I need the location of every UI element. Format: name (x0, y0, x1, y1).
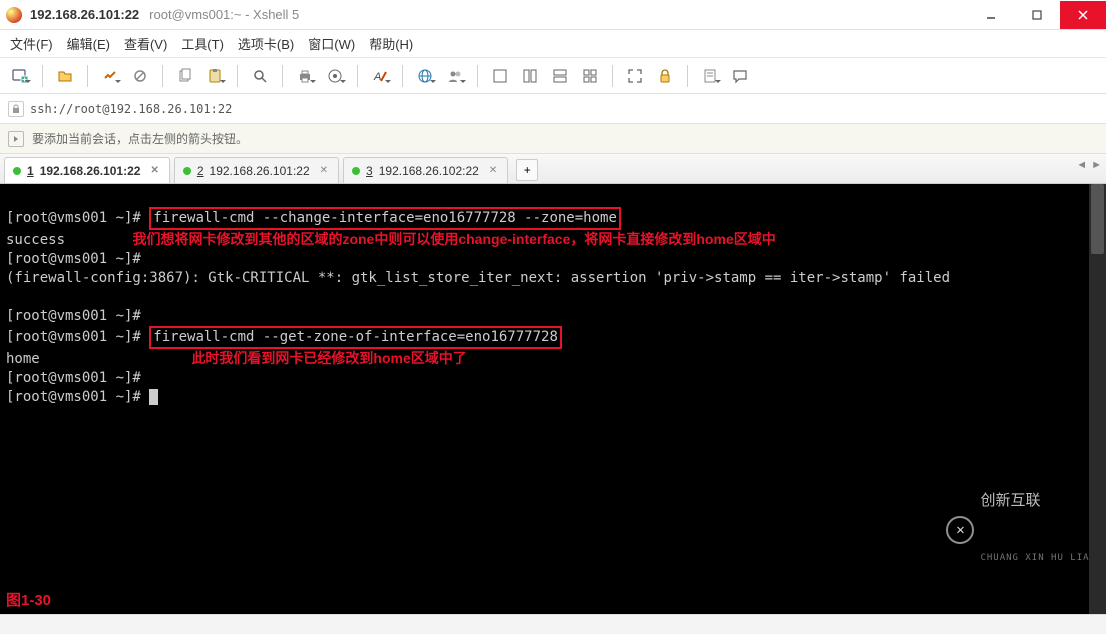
tab-scroll: ◄ ► (1076, 159, 1102, 171)
prompt: [root@vms001 ~]# (6, 210, 149, 226)
menu-file[interactable]: 文件(F) (10, 34, 53, 53)
close-button[interactable] (1060, 1, 1106, 29)
title-bar: 192.168.26.101:22 root@vms001:~ - Xshell… (0, 0, 1106, 30)
menu-help[interactable]: 帮助(H) (369, 34, 413, 53)
scrollbar-thumb[interactable] (1091, 184, 1104, 254)
tab-scroll-left[interactable]: ◄ (1076, 159, 1087, 171)
info-text: 要添加当前会话，点击左侧的箭头按钮。 (32, 130, 248, 147)
app-icon (6, 7, 22, 23)
watermark-sub: CHUANG XIN HU LIAN (980, 549, 1096, 568)
lock-icon (8, 101, 24, 117)
watermark-brand: 创新互联 (980, 492, 1096, 511)
tab-scroll-right[interactable]: ► (1091, 159, 1102, 171)
figure-label: 图1-30 (6, 591, 51, 610)
script-button[interactable] (698, 64, 722, 88)
minimize-button[interactable] (968, 1, 1014, 29)
copy-button[interactable] (173, 64, 197, 88)
address-bar: ssh://root@192.168.26.101:22 (0, 94, 1106, 124)
menu-bar: 文件(F) 编辑(E) 查看(V) 工具(T) 选项卡(B) 窗口(W) 帮助(… (0, 30, 1106, 58)
lock-button[interactable] (653, 64, 677, 88)
window-buttons (968, 1, 1106, 29)
terminal-scrollbar[interactable] (1089, 184, 1106, 614)
prompt: [root@vms001 ~]# (6, 308, 149, 324)
tab-2[interactable]: 2 192.168.26.101:22 ✕ (174, 157, 339, 183)
disconnect-button[interactable] (128, 64, 152, 88)
properties-button[interactable] (323, 64, 347, 88)
toolbar: A (0, 58, 1106, 94)
info-bar: 要添加当前会话，点击左侧的箭头按钮。 (0, 124, 1106, 154)
tab-label: 192.168.26.101:22 (210, 164, 310, 178)
tab-number: 2 (197, 164, 204, 178)
tab-3[interactable]: 3 192.168.26.102:22 ✕ (343, 157, 508, 183)
terminal[interactable]: [root@vms001 ~]# firewall-cmd --change-i… (0, 184, 1106, 614)
tab-label: 192.168.26.102:22 (379, 164, 479, 178)
users-button[interactable] (443, 64, 467, 88)
layout1-button[interactable] (488, 64, 512, 88)
window-title-host: 192.168.26.101:22 (30, 7, 139, 22)
tab-close-icon[interactable]: ✕ (320, 165, 328, 176)
highlighted-command-1: firewall-cmd --change-interface=eno16777… (149, 207, 621, 230)
tab-close-icon[interactable]: ✕ (150, 165, 158, 176)
annotation-1: 我们想将网卡修改到其他的区域的zone中则可以使用change-interfac… (132, 231, 775, 247)
prompt: [root@vms001 ~]# (6, 370, 149, 386)
layout4-button[interactable] (578, 64, 602, 88)
chat-button[interactable] (728, 64, 752, 88)
status-bar (0, 614, 1106, 634)
globe-button[interactable] (413, 64, 437, 88)
maximize-button[interactable] (1014, 1, 1060, 29)
prompt: [root@vms001 ~]# (6, 329, 149, 345)
prompt: [root@vms001 ~]# (6, 389, 149, 405)
new-session-button[interactable] (8, 64, 32, 88)
add-tab-button[interactable]: + (516, 159, 538, 181)
address-text[interactable]: ssh://root@192.168.26.101:22 (30, 102, 232, 116)
menu-tools[interactable]: 工具(T) (181, 34, 224, 53)
cursor (149, 389, 158, 405)
watermark: ✕ 创新互联 CHUANG XIN HU LIAN (946, 454, 1096, 606)
menu-edit[interactable]: 编辑(E) (67, 34, 110, 53)
font-button[interactable]: A (368, 64, 392, 88)
tab-label: 192.168.26.101:22 (40, 164, 141, 178)
reconnect-button[interactable] (98, 64, 122, 88)
terminal-line: (firewall-config:3867): Gtk-CRITICAL **:… (6, 270, 950, 286)
tab-close-icon[interactable]: ✕ (489, 165, 497, 176)
prompt: [root@vms001 ~]# (6, 251, 149, 267)
highlighted-command-2: firewall-cmd --get-zone-of-interface=eno… (149, 326, 562, 349)
find-button[interactable] (248, 64, 272, 88)
menu-window[interactable]: 窗口(W) (308, 34, 355, 53)
status-dot-icon (352, 167, 360, 175)
print-button[interactable] (293, 64, 317, 88)
fullscreen-button[interactable] (623, 64, 647, 88)
svg-text:A: A (373, 71, 381, 83)
watermark-icon: ✕ (946, 516, 974, 544)
tab-1[interactable]: 1 192.168.26.101:22 ✕ (4, 157, 170, 183)
annotation-2: 此时我们看到网卡已经修改到home区域中了 (191, 350, 466, 366)
status-dot-icon (13, 167, 21, 175)
tab-bar: 1 192.168.26.101:22 ✕ 2 192.168.26.101:2… (0, 154, 1106, 184)
open-button[interactable] (53, 64, 77, 88)
paste-button[interactable] (203, 64, 227, 88)
terminal-line: home (6, 351, 40, 367)
layout2-button[interactable] (518, 64, 542, 88)
status-dot-icon (183, 167, 191, 175)
menu-view[interactable]: 查看(V) (124, 34, 167, 53)
add-session-button[interactable] (8, 131, 24, 147)
terminal-line: success (6, 232, 65, 248)
tab-number: 3 (366, 164, 373, 178)
layout3-button[interactable] (548, 64, 572, 88)
window-title-app: root@vms001:~ - Xshell 5 (149, 7, 299, 22)
menu-tab[interactable]: 选项卡(B) (238, 34, 294, 53)
tab-number: 1 (27, 164, 34, 178)
